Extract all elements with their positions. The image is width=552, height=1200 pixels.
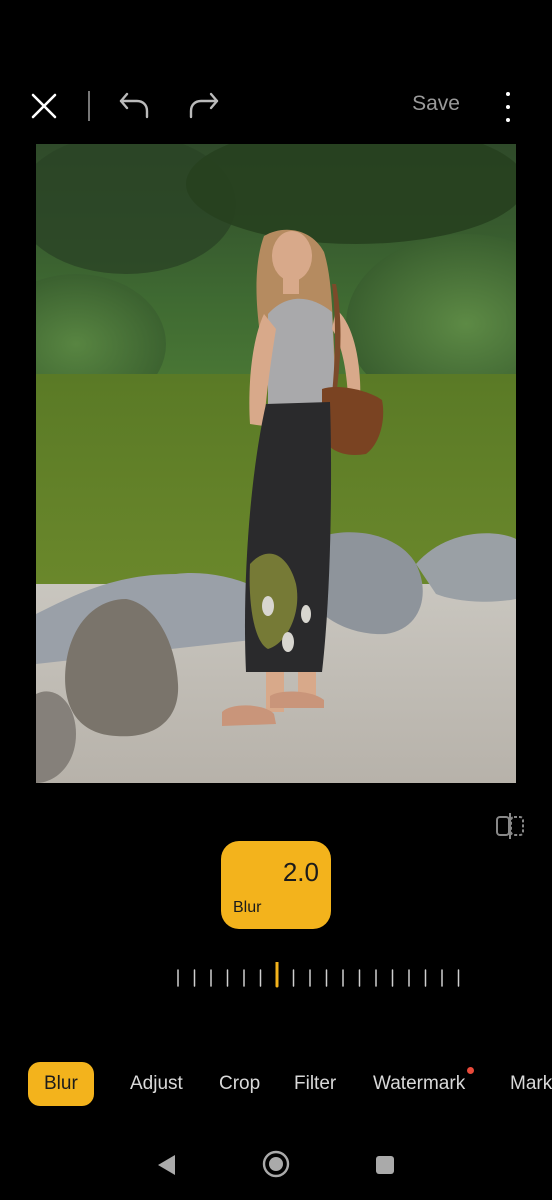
photo-image	[36, 144, 516, 783]
nav-recents-button[interactable]	[372, 1152, 398, 1178]
tab-mark[interactable]: Mark	[510, 1062, 552, 1106]
redo-icon	[189, 92, 219, 119]
more-options-button[interactable]	[498, 90, 518, 124]
system-nav-bar	[0, 1140, 552, 1190]
save-button[interactable]: Save	[412, 92, 460, 116]
slider-ticks	[177, 960, 460, 988]
tab-adjust[interactable]: Adjust	[130, 1062, 183, 1106]
blur-value-label: Blur	[233, 899, 262, 916]
tool-tabs: Blur Adjust Crop Filter Watermark Mark	[0, 1062, 552, 1110]
nav-home-button[interactable]	[260, 1148, 292, 1180]
blur-value: 2.0	[282, 857, 319, 887]
undo-icon	[119, 92, 149, 119]
tab-filter[interactable]: Filter	[294, 1062, 336, 1106]
compare-button[interactable]	[494, 810, 526, 842]
home-circle-icon	[262, 1150, 290, 1178]
recents-square-icon	[376, 1156, 394, 1174]
photo-preview[interactable]	[36, 144, 516, 783]
redo-button[interactable]	[186, 88, 222, 122]
toolbar-divider	[88, 91, 90, 121]
close-button[interactable]	[28, 90, 60, 122]
undo-button[interactable]	[116, 88, 152, 122]
close-icon	[31, 93, 57, 119]
back-triangle-icon	[158, 1155, 175, 1175]
tab-blur[interactable]: Blur	[28, 1062, 94, 1106]
compare-icon	[496, 813, 524, 839]
nav-back-button[interactable]	[152, 1150, 180, 1180]
watermark-new-badge	[467, 1067, 474, 1074]
tab-crop[interactable]: Crop	[219, 1062, 260, 1106]
blur-slider[interactable]	[176, 960, 466, 992]
blur-value-chip: 2.0 Blur	[221, 841, 331, 929]
tab-watermark[interactable]: Watermark	[373, 1062, 465, 1106]
more-vertical-icon	[506, 92, 510, 96]
